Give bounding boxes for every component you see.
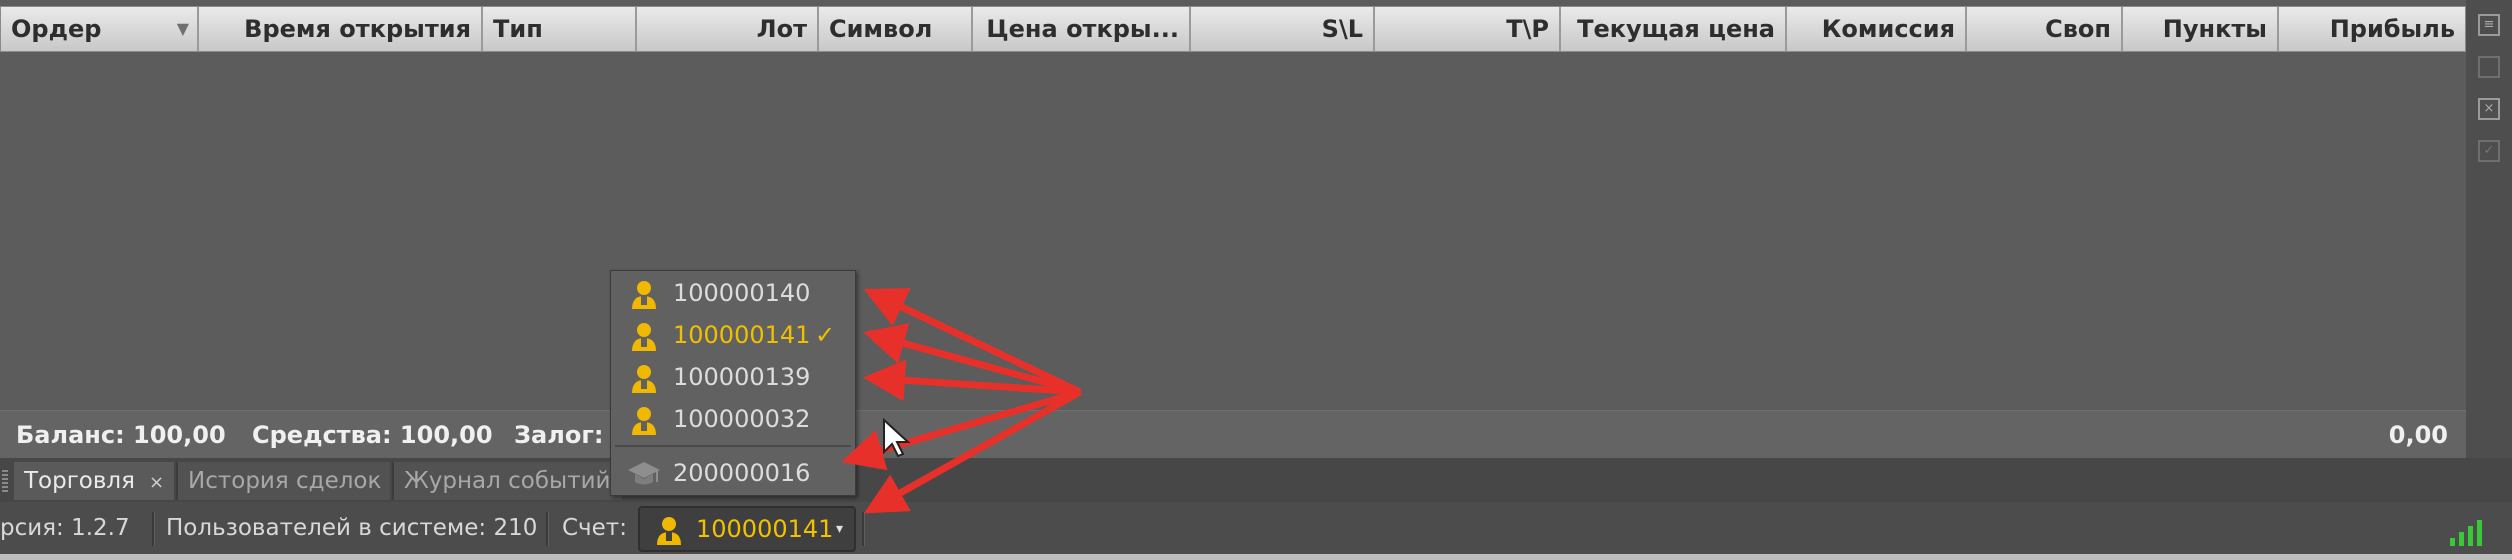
total-profit-text: 0,00 [2388,421,2448,449]
tab-event-log[interactable]: Журнал событий [392,462,622,500]
orders-table-header: Ордер ▼ Время открытия Тип Лот Символ Це… [0,6,2466,52]
column-header-swap[interactable]: Своп [1967,7,2123,51]
sort-arrow-icon[interactable]: ▼ [177,7,189,51]
user-icon [632,407,656,435]
list-view-icon[interactable]: ≡ [2478,14,2500,36]
edit-order-icon[interactable] [2478,56,2500,78]
column-header-lot[interactable]: Лот [637,7,819,51]
status-separator [546,512,549,546]
annotation-arrow [863,288,1082,396]
account-dropdown-menu: 100000140 100000141 ✓ 100000139 10000003… [610,270,856,496]
annotation-arrow [863,359,1081,402]
column-header-type[interactable]: Тип [483,7,637,51]
close-tab-icon[interactable]: × [149,472,164,493]
column-header-current-price[interactable]: Текущая цена [1561,7,1787,51]
right-toolbar: ≡ × ✓ [2466,0,2512,458]
account-option-200000016[interactable]: 200000016 [611,453,855,493]
status-bar: рсия: 1.2.7 Пользователей в системе: 210… [0,502,2512,560]
checkmark-icon: ✓ [815,321,836,349]
confirm-order-icon[interactable]: ✓ [2478,140,2500,162]
dropdown-caret-icon: ▾ [836,521,844,537]
user-icon [632,365,656,393]
close-order-icon[interactable]: × [2478,98,2500,120]
user-icon [657,517,681,545]
column-header-take-profit[interactable]: T\P [1375,7,1561,51]
column-header-open-price[interactable]: Цена откры... [973,7,1191,51]
column-header-commission[interactable]: Комиссия [1787,7,1967,51]
window-bottom-edge [0,554,2512,560]
status-separator [862,512,865,546]
users-online-text: Пользователей в системе: 210 [166,515,538,541]
account-number: 100000141 [696,515,834,543]
margin-text: Залог: [514,421,604,449]
bottom-tab-bar: Торговля × История сделок Журнал событий [0,458,2512,503]
account-selector-button[interactable]: 100000141 ▾ [638,506,856,552]
account-option-100000139[interactable]: 100000139 [611,357,855,397]
column-header-order[interactable]: Ордер ▼ [1,7,199,51]
user-icon [632,323,656,351]
graduation-cap-icon [628,462,660,485]
menu-divider [615,445,851,447]
account-option-100000032[interactable]: 100000032 [611,399,855,439]
equity-text: Средства: 100,00 [252,421,493,449]
tab-trading[interactable]: Торговля × [14,462,174,500]
account-label: Счет: [562,515,627,541]
annotation-arrow [863,323,1081,396]
connection-signal-icon [2450,516,2490,546]
account-option-100000140[interactable]: 100000140 [611,273,855,313]
column-header-symbol[interactable]: Символ [819,7,973,51]
version-text: рсия: 1.2.7 [0,515,130,541]
user-icon [632,281,656,309]
column-header-stop-loss[interactable]: S\L [1191,7,1375,51]
account-option-100000141[interactable]: 100000141 ✓ [611,315,855,355]
tab-trade-history[interactable]: История сделок [176,462,390,500]
column-header-open-time[interactable]: Время открытия [199,7,483,51]
drag-grip-icon[interactable] [2,470,8,492]
column-header-points[interactable]: Пункты [2123,7,2279,51]
status-separator [152,512,155,546]
column-header-profit[interactable]: Прибыль [2279,7,2465,51]
account-summary-bar: Баланс: 100,00 Средства: 100,00 Залог: 0… [0,410,2466,460]
balance-text: Баланс: 100,00 [16,421,226,449]
